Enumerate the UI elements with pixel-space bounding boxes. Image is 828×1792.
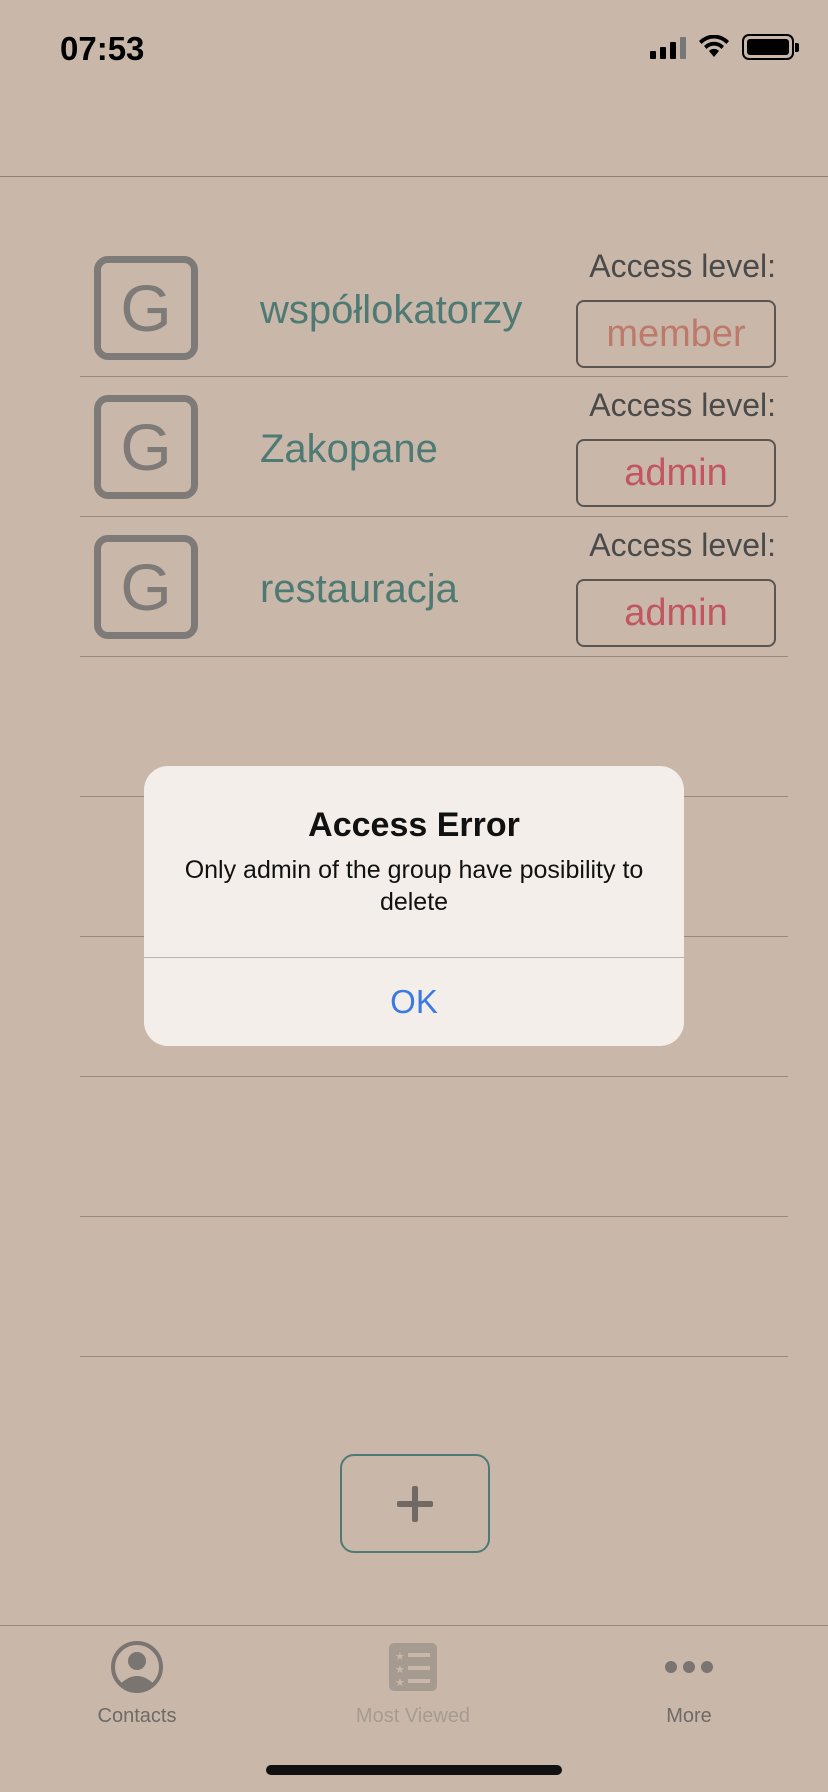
alert-overlay: Access Error Only admin of the group hav… xyxy=(0,0,828,1792)
alert-title: Access Error xyxy=(308,806,520,844)
alert-ok-button[interactable]: OK xyxy=(144,958,684,1046)
alert-message: Only admin of the group have posibility … xyxy=(184,856,644,916)
access-error-alert: Access Error Only admin of the group hav… xyxy=(144,766,684,1046)
